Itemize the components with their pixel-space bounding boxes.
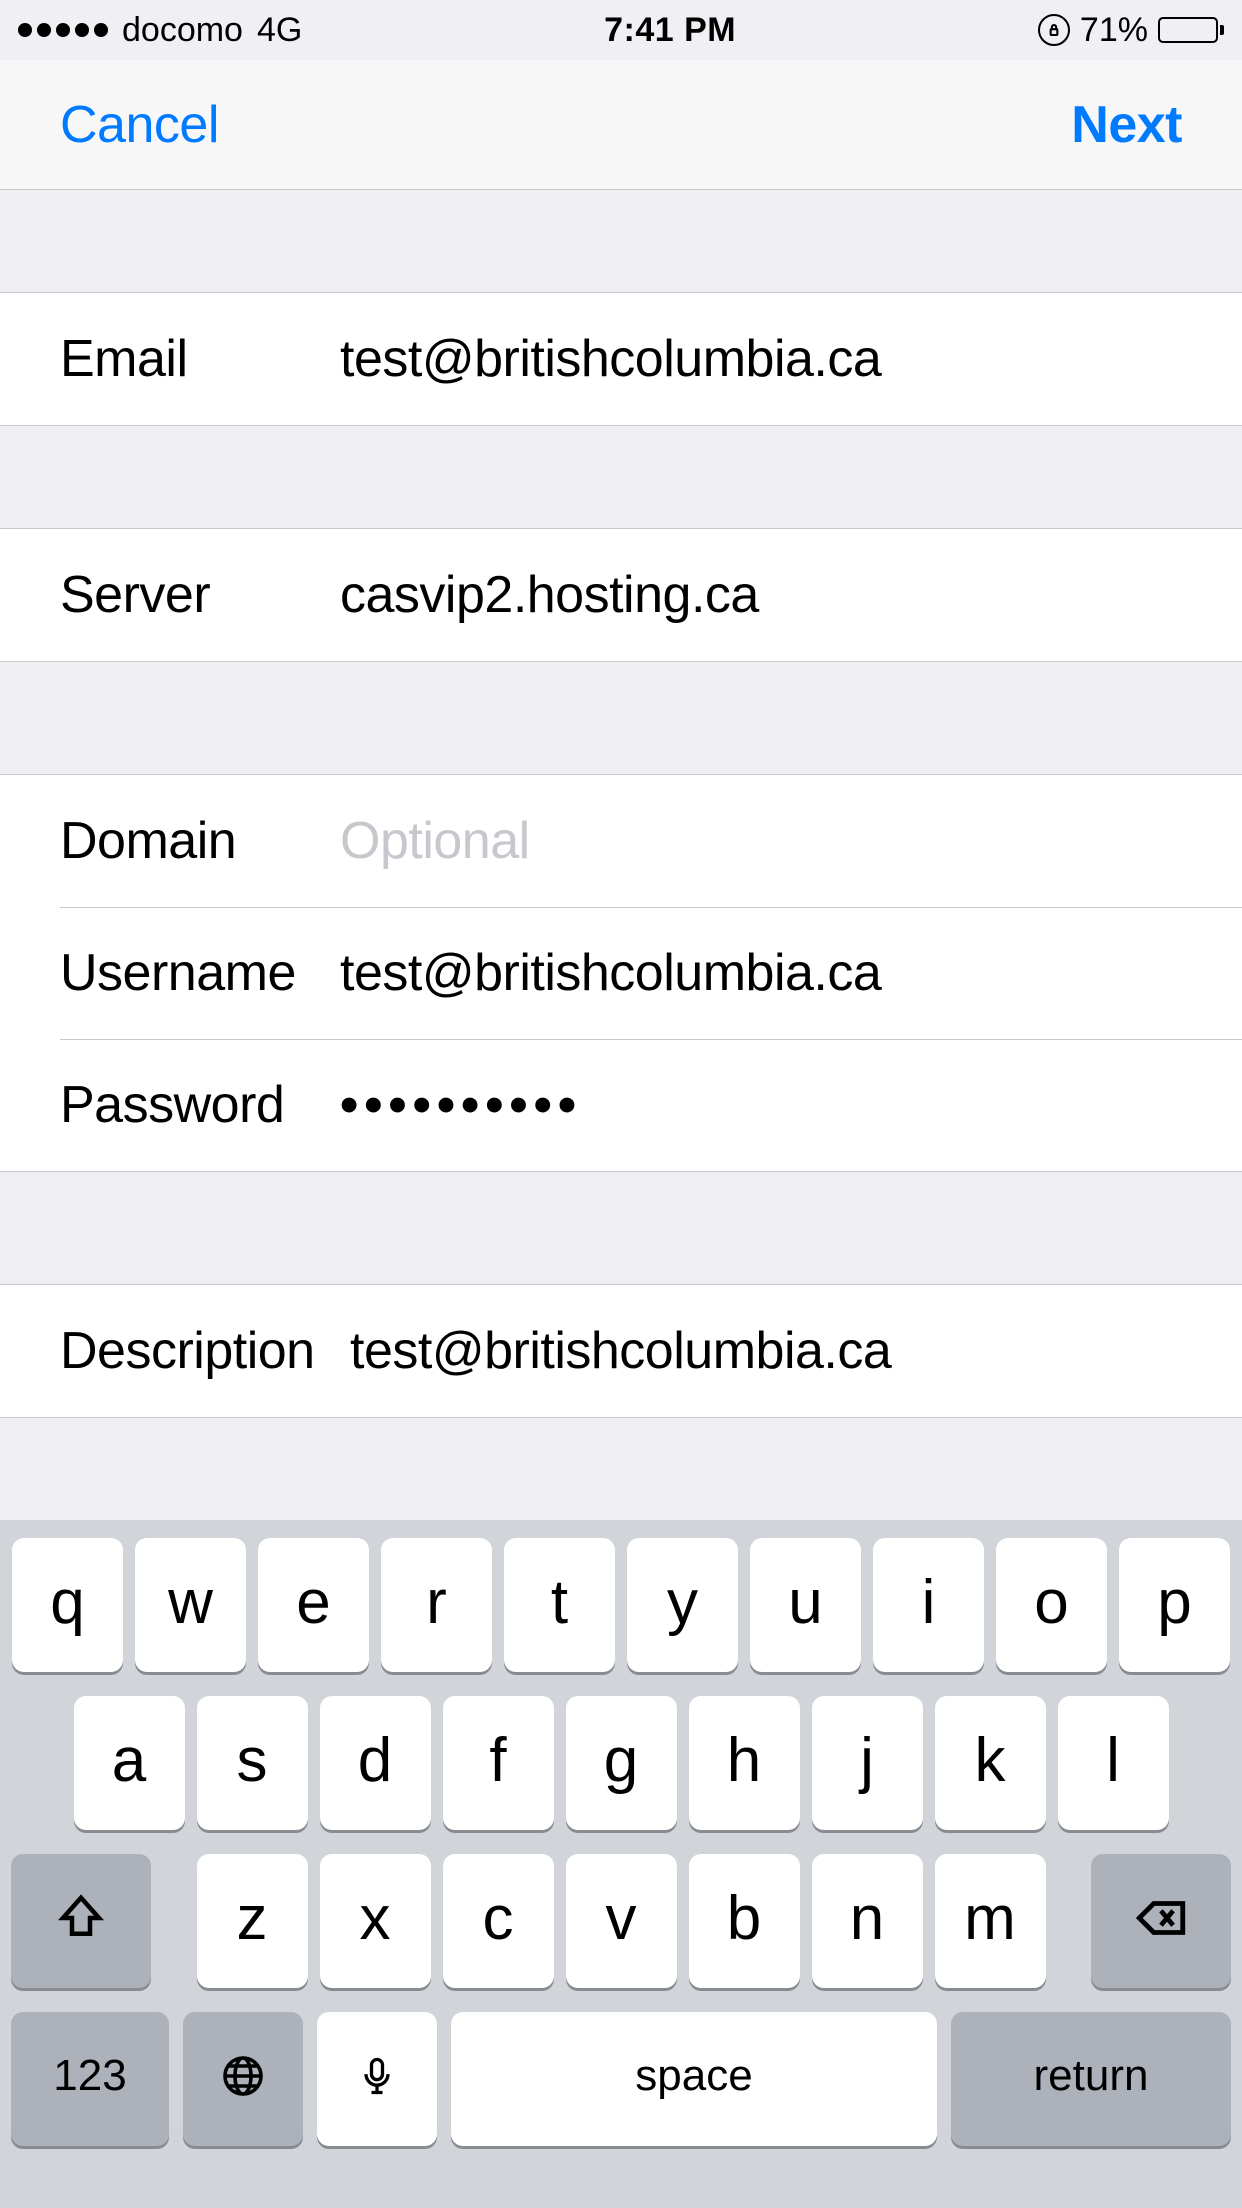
key-numbers[interactable]: 123 (11, 2012, 169, 2146)
key-return[interactable]: return (951, 2012, 1231, 2146)
description-label: Description (60, 1321, 350, 1381)
server-row[interactable]: Server (0, 529, 1242, 661)
credentials-group: Domain Username Password (0, 774, 1242, 1172)
shift-icon (54, 1891, 108, 1945)
key-v[interactable]: v (566, 1854, 677, 1988)
description-field[interactable] (350, 1321, 1242, 1381)
password-row[interactable]: Password (0, 1039, 1242, 1171)
password-field[interactable] (340, 1075, 1242, 1135)
key-l[interactable]: l (1058, 1696, 1169, 1830)
cancel-button[interactable]: Cancel (60, 95, 219, 155)
status-right: 71% (1038, 11, 1224, 50)
key-w[interactable]: w (135, 1538, 246, 1672)
carrier-label: docomo (122, 11, 243, 50)
key-a[interactable]: a (74, 1696, 185, 1830)
key-r[interactable]: r (381, 1538, 492, 1672)
key-n[interactable]: n (812, 1854, 923, 1988)
globe-icon (219, 2052, 267, 2100)
key-z[interactable]: z (197, 1854, 308, 1988)
keyboard-row-4: 123 space return (9, 2012, 1233, 2146)
key-y[interactable]: y (627, 1538, 738, 1672)
nav-bar: Cancel Next (0, 60, 1242, 190)
username-field[interactable] (340, 943, 1242, 1003)
server-group: Server (0, 528, 1242, 662)
key-i[interactable]: i (873, 1538, 984, 1672)
key-backspace[interactable] (1091, 1854, 1231, 1988)
status-left: docomo 4G (18, 11, 302, 50)
key-j[interactable]: j (812, 1696, 923, 1830)
key-x[interactable]: x (320, 1854, 431, 1988)
email-label: Email (60, 329, 340, 389)
email-row[interactable]: Email (0, 293, 1242, 425)
key-b[interactable]: b (689, 1854, 800, 1988)
mic-icon (355, 2054, 399, 2098)
key-u[interactable]: u (750, 1538, 861, 1672)
key-t[interactable]: t (504, 1538, 615, 1672)
next-button[interactable]: Next (1071, 95, 1182, 155)
description-row[interactable]: Description (0, 1285, 1242, 1417)
orientation-lock-icon (1038, 14, 1070, 46)
password-label: Password (60, 1075, 340, 1135)
key-s[interactable]: s (197, 1696, 308, 1830)
key-p[interactable]: p (1119, 1538, 1230, 1672)
network-label: 4G (257, 11, 302, 50)
key-g[interactable]: g (566, 1696, 677, 1830)
signal-dots-icon (18, 23, 108, 37)
key-globe[interactable] (183, 2012, 303, 2146)
keyboard-row-3: z x c v b n m (9, 1854, 1233, 1988)
keyboard: q w e r t y u i o p a s d f g h j k l z … (0, 1520, 1242, 2208)
status-time: 7:41 PM (604, 11, 736, 50)
username-label: Username (60, 943, 340, 1003)
key-c[interactable]: c (443, 1854, 554, 1988)
server-label: Server (60, 565, 340, 625)
backspace-icon (1132, 1889, 1190, 1947)
battery-pct: 71% (1080, 11, 1148, 50)
email-field[interactable] (340, 329, 1242, 389)
domain-label: Domain (60, 811, 340, 871)
domain-row[interactable]: Domain (0, 775, 1242, 907)
keyboard-row-2: a s d f g h j k l (9, 1696, 1233, 1830)
key-m[interactable]: m (935, 1854, 1046, 1988)
description-group: Description (0, 1284, 1242, 1418)
status-bar: docomo 4G 7:41 PM 71% (0, 0, 1242, 60)
key-q[interactable]: q (12, 1538, 123, 1672)
key-e[interactable]: e (258, 1538, 369, 1672)
keyboard-row-1: q w e r t y u i o p (9, 1538, 1233, 1672)
key-d[interactable]: d (320, 1696, 431, 1830)
battery-icon (1158, 17, 1224, 43)
domain-field[interactable] (340, 811, 1242, 871)
key-k[interactable]: k (935, 1696, 1046, 1830)
key-space[interactable]: space (451, 2012, 937, 2146)
username-row[interactable]: Username (0, 907, 1242, 1039)
email-group: Email (0, 292, 1242, 426)
server-field[interactable] (340, 565, 1242, 625)
key-f[interactable]: f (443, 1696, 554, 1830)
key-shift[interactable] (11, 1854, 151, 1988)
key-mic[interactable] (317, 2012, 437, 2146)
key-h[interactable]: h (689, 1696, 800, 1830)
key-o[interactable]: o (996, 1538, 1107, 1672)
